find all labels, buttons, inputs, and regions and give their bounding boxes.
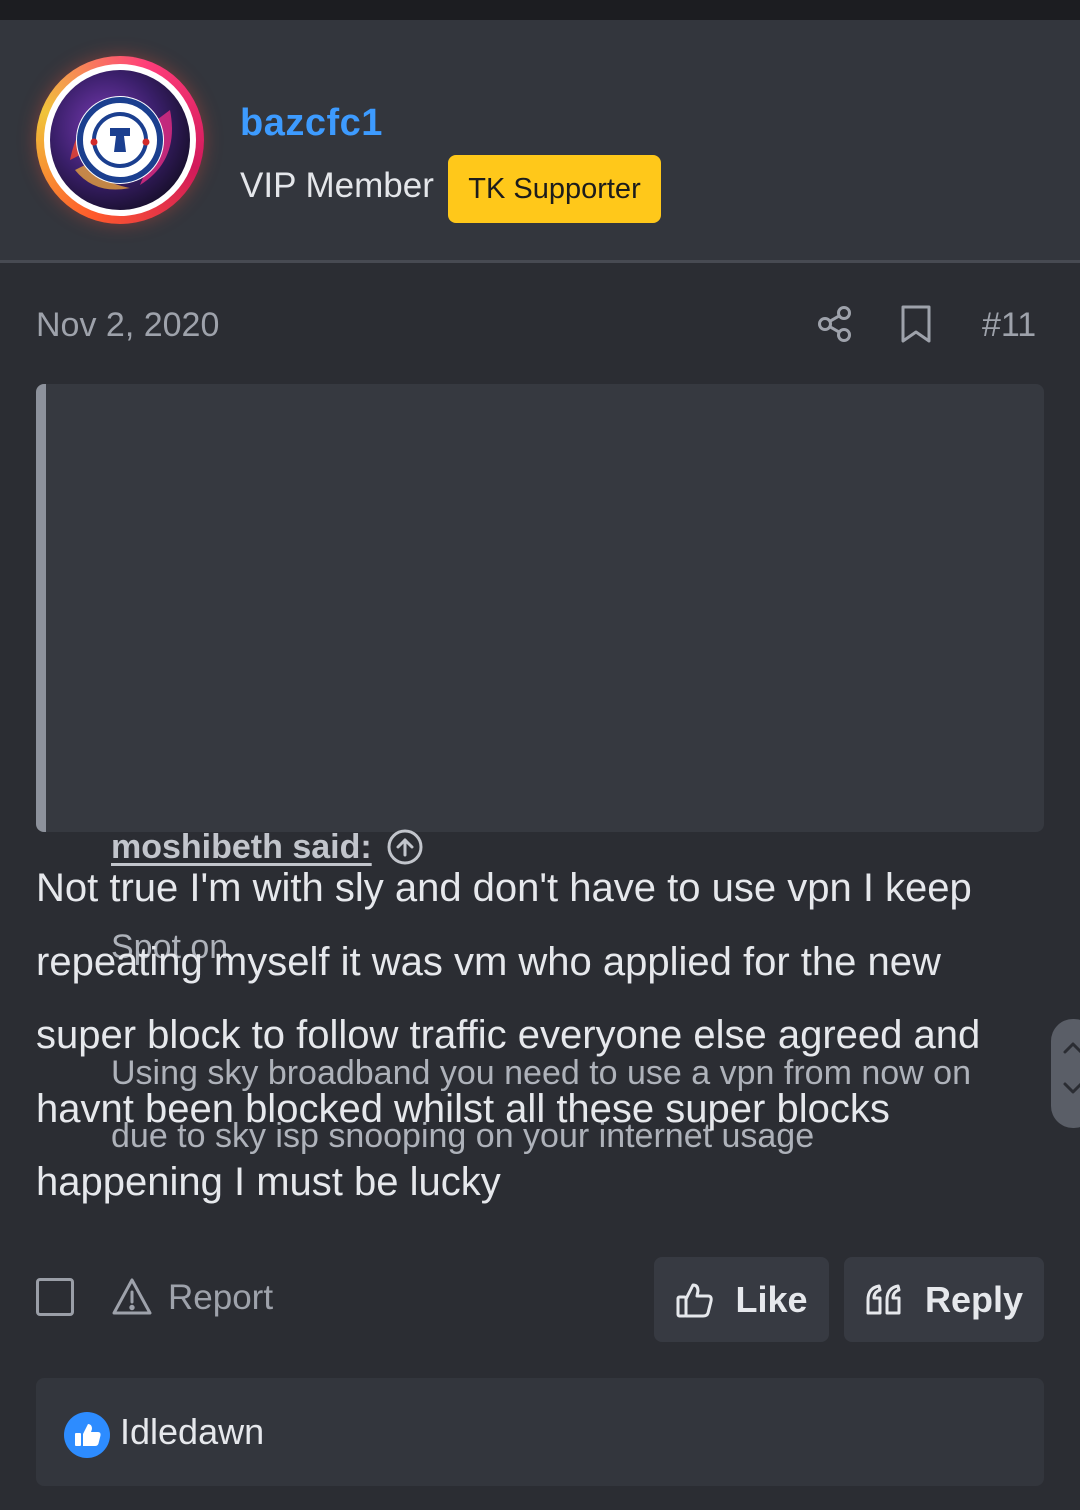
post-number[interactable]: #11 <box>982 306 1036 345</box>
share-icon[interactable] <box>815 304 855 349</box>
reply-label: Reply <box>924 1278 1024 1320</box>
avatar[interactable] <box>36 56 204 224</box>
report-link[interactable]: Report <box>168 1278 273 1318</box>
user-title: VIP Member <box>240 166 434 205</box>
post-body: Not true I'm with sly and don't have to … <box>36 866 981 1204</box>
warning-icon[interactable] <box>110 1276 154 1323</box>
top-strip <box>0 0 1080 20</box>
chelsea-crest-avatar-icon <box>50 70 190 210</box>
chevron-up-icon[interactable] <box>1062 1041 1080 1055</box>
select-post-checkbox[interactable] <box>36 1278 74 1316</box>
like-button[interactable]: Like <box>654 1257 829 1342</box>
reactions-bar[interactable]: Idledawn <box>36 1378 1044 1486</box>
quote-block: moshibeth said: Spot on Using sky broadb… <box>36 384 1080 1155</box>
supporter-badge: TK Supporter <box>448 155 661 223</box>
like-reaction-icon <box>64 1412 110 1463</box>
quote-icon <box>866 1284 901 1314</box>
quote-expand-control[interactable] <box>1051 1019 1080 1128</box>
user-header: bazcfc1 VIP Member TK Supporter <box>0 20 1080 263</box>
thumbs-up-icon <box>676 1283 714 1317</box>
reaction-user-link[interactable]: Idledawn <box>120 1411 264 1453</box>
username[interactable]: bazcfc1 <box>240 102 383 145</box>
reply-button[interactable]: Reply <box>844 1257 1044 1342</box>
like-label: Like <box>735 1278 808 1320</box>
chevron-down-icon[interactable] <box>1062 1081 1080 1095</box>
bookmark-icon[interactable] <box>898 304 934 349</box>
post-date[interactable]: Nov 2, 2020 <box>36 306 219 345</box>
